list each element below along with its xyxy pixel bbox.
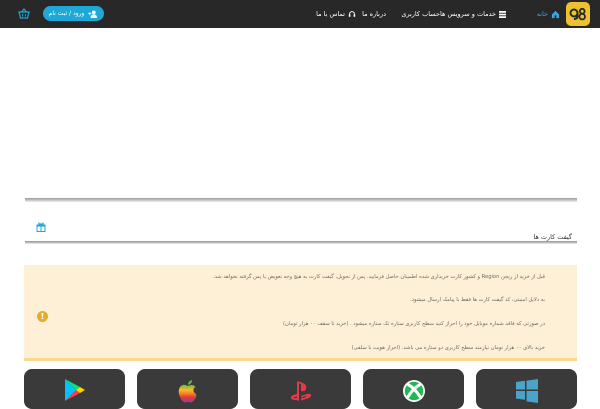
nav-contact-label: تماس با ما: [316, 10, 345, 18]
card-apple[interactable]: [137, 369, 238, 409]
login-label: ورود / ثبت نام: [48, 10, 85, 17]
user-plus-icon: [88, 10, 98, 18]
cart-icon[interactable]: [18, 8, 30, 20]
card-playstation[interactable]: [250, 369, 351, 409]
info-icon: !: [37, 311, 48, 322]
card-google-play[interactable]: [24, 369, 125, 409]
slider-divider: [25, 198, 577, 202]
playstation-icon: [290, 381, 312, 401]
nav-account[interactable]: حساب کاربری: [401, 0, 440, 28]
windows-icon: [516, 379, 538, 403]
login-register-button[interactable]: ورود / ثبت نام: [43, 6, 104, 21]
brand-logo[interactable]: [566, 2, 590, 26]
notice-line: خرید بالای ۰۰ هزار تومان نیازمند سطح کار…: [351, 345, 545, 351]
section-divider: [25, 241, 577, 244]
section-title: گیفت کارت ها: [533, 233, 572, 241]
gift-icon: [36, 222, 46, 232]
card-windows[interactable]: [476, 369, 577, 409]
nav-services-label: خدمات و سرویس ها: [439, 10, 496, 18]
list-icon: [499, 10, 506, 18]
notice-line: در صورتی که فاقد شماره موبایل خود را احر…: [283, 321, 545, 327]
notice-box: ! قبل از خرید از ریجن Region و کشور کارت…: [24, 265, 577, 361]
nav-about[interactable]: درباره ما: [362, 0, 386, 28]
nav-services[interactable]: خدمات و سرویس ها: [440, 0, 506, 28]
apple-icon: [178, 380, 197, 403]
headset-icon: [348, 11, 356, 17]
nav-contact[interactable]: تماس با ما: [316, 0, 356, 28]
xbox-icon: [403, 380, 425, 402]
notice-line: به دلایل امنیتی، کد گیفت کارت ها فقط با …: [410, 297, 545, 303]
google-play-icon: [65, 379, 85, 401]
nav-about-label: درباره ما: [362, 10, 386, 18]
nav-account-label: حساب کاربری: [401, 10, 440, 18]
top-navbar: خانه خدمات و سرویس ها حساب کاربری درباره…: [0, 0, 600, 28]
card-xbox[interactable]: [363, 369, 464, 409]
home-icon: [551, 10, 560, 18]
nav-home-label: خانه: [536, 10, 548, 18]
nav-home[interactable]: خانه: [537, 0, 560, 28]
notice-line: قبل از خرید از ریجن Region و کشور کارت خ…: [212, 274, 545, 280]
g8-logo-icon: [569, 7, 586, 21]
